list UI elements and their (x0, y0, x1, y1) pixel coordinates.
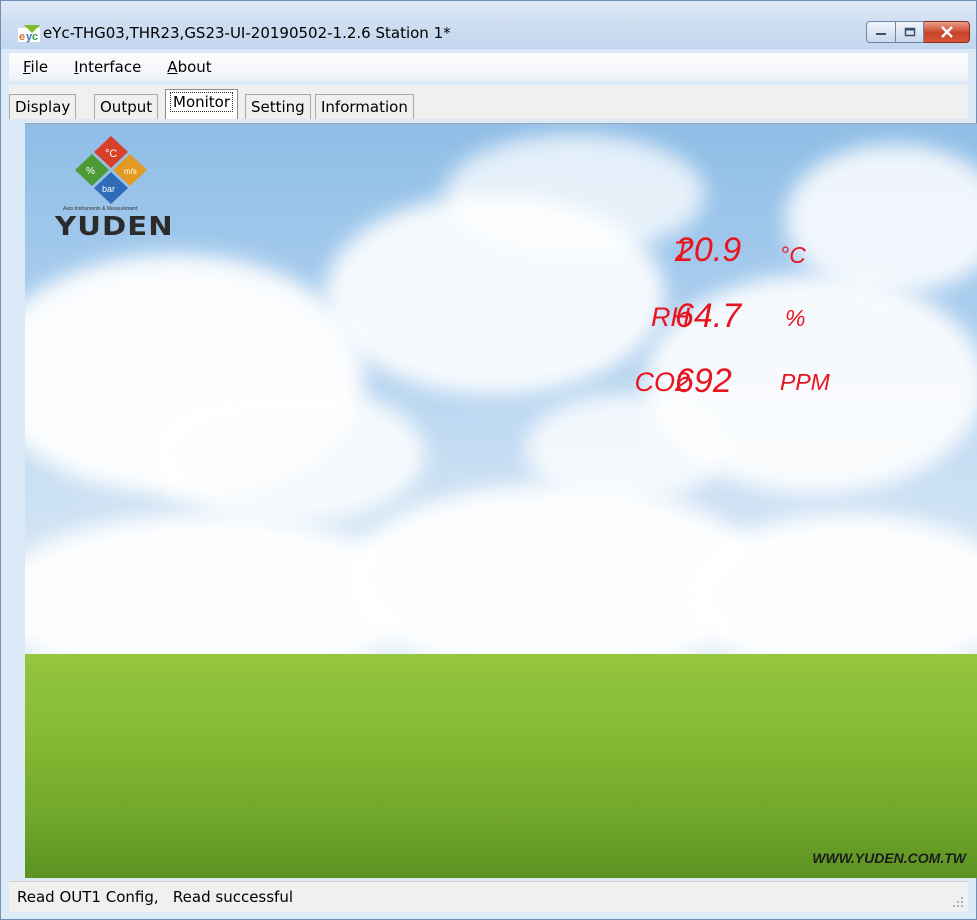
tab-display-label: Display (15, 98, 71, 116)
reading-co2-label: CO2 (634, 367, 690, 397)
tab-setting-label: Setting (251, 98, 305, 116)
resize-grip-icon[interactable] (952, 896, 964, 908)
status-text: Read OUT1 Config, Read successful (17, 888, 294, 906)
yuden-logo: °C m/s % bar Auto Instruments & Measurem… (41, 134, 191, 242)
tab-setting[interactable]: Setting (245, 94, 311, 119)
reading-t-label: T (673, 236, 691, 266)
reading-co2-unit: PPM (780, 369, 830, 395)
menu-file-rest: ile (30, 58, 49, 76)
menu-about-rest: bout (177, 58, 212, 76)
tab-information[interactable]: Information (315, 94, 414, 119)
reading-rh-label: RH (651, 302, 690, 332)
reading-co2-value: 692 (675, 362, 732, 400)
svg-text:c: c (32, 31, 38, 43)
menu-about[interactable]: About (167, 58, 211, 76)
app-icon: e y c (18, 25, 40, 43)
tab-display[interactable]: Display (9, 94, 77, 119)
tab-output-label: Output (100, 98, 153, 116)
menu-interface[interactable]: Interface (74, 58, 141, 76)
minimize-button[interactable] (866, 21, 896, 43)
logo-name: YUDEN (55, 212, 174, 242)
window-controls (866, 21, 970, 45)
close-icon (940, 26, 953, 38)
close-button[interactable] (924, 21, 970, 43)
tab-information-label: Information (321, 98, 408, 116)
svg-text:e: e (19, 31, 25, 43)
menu-file-accel: F (23, 58, 31, 76)
reading-rh-value: 64.7 (675, 297, 742, 335)
menu-interface-rest: nterface (78, 58, 142, 76)
logo-symbol-c: °C (105, 148, 117, 160)
tab-monitor-label: Monitor (169, 92, 234, 112)
tab-output[interactable]: Output (94, 94, 159, 119)
title-bar[interactable]: e y c eYc-THG03,THR23,GS23-UI-20190502-1… (1, 1, 976, 49)
grass-field (25, 654, 977, 878)
maximize-icon (904, 27, 915, 37)
menu-about-accel: A (167, 58, 178, 76)
yuden-logo-icon: °C m/s % bar (75, 136, 147, 204)
website-label: WWW.YUDEN.COM.TW (812, 850, 966, 866)
minimize-icon (876, 33, 886, 35)
menu-file[interactable]: File (23, 58, 48, 76)
tab-strip: Display Output Monitor Setting Informati… (9, 85, 968, 119)
status-bar: Read OUT1 Config, Read successful (9, 881, 968, 912)
logo-symbol-bar: bar (102, 184, 115, 194)
window-title: eYc-THG03,THR23,GS23-UI-20190502-1.2.6 S… (43, 24, 451, 42)
maximize-button[interactable] (896, 21, 924, 43)
tab-monitor[interactable]: Monitor (165, 89, 239, 119)
menu-bar: File Interface About (9, 53, 968, 81)
reading-t-value: 20.9 (675, 231, 742, 269)
reading-rh-unit: % (785, 305, 806, 331)
logo-symbol-percent: % (86, 166, 95, 177)
app-window: e y c eYc-THG03,THR23,GS23-UI-20190502-1… (0, 0, 977, 920)
monitor-panel: °C m/s % bar Auto Instruments & Measurem… (25, 123, 977, 878)
logo-symbol-ms: m/s (124, 167, 137, 176)
reading-t-unit: °C (780, 242, 806, 268)
